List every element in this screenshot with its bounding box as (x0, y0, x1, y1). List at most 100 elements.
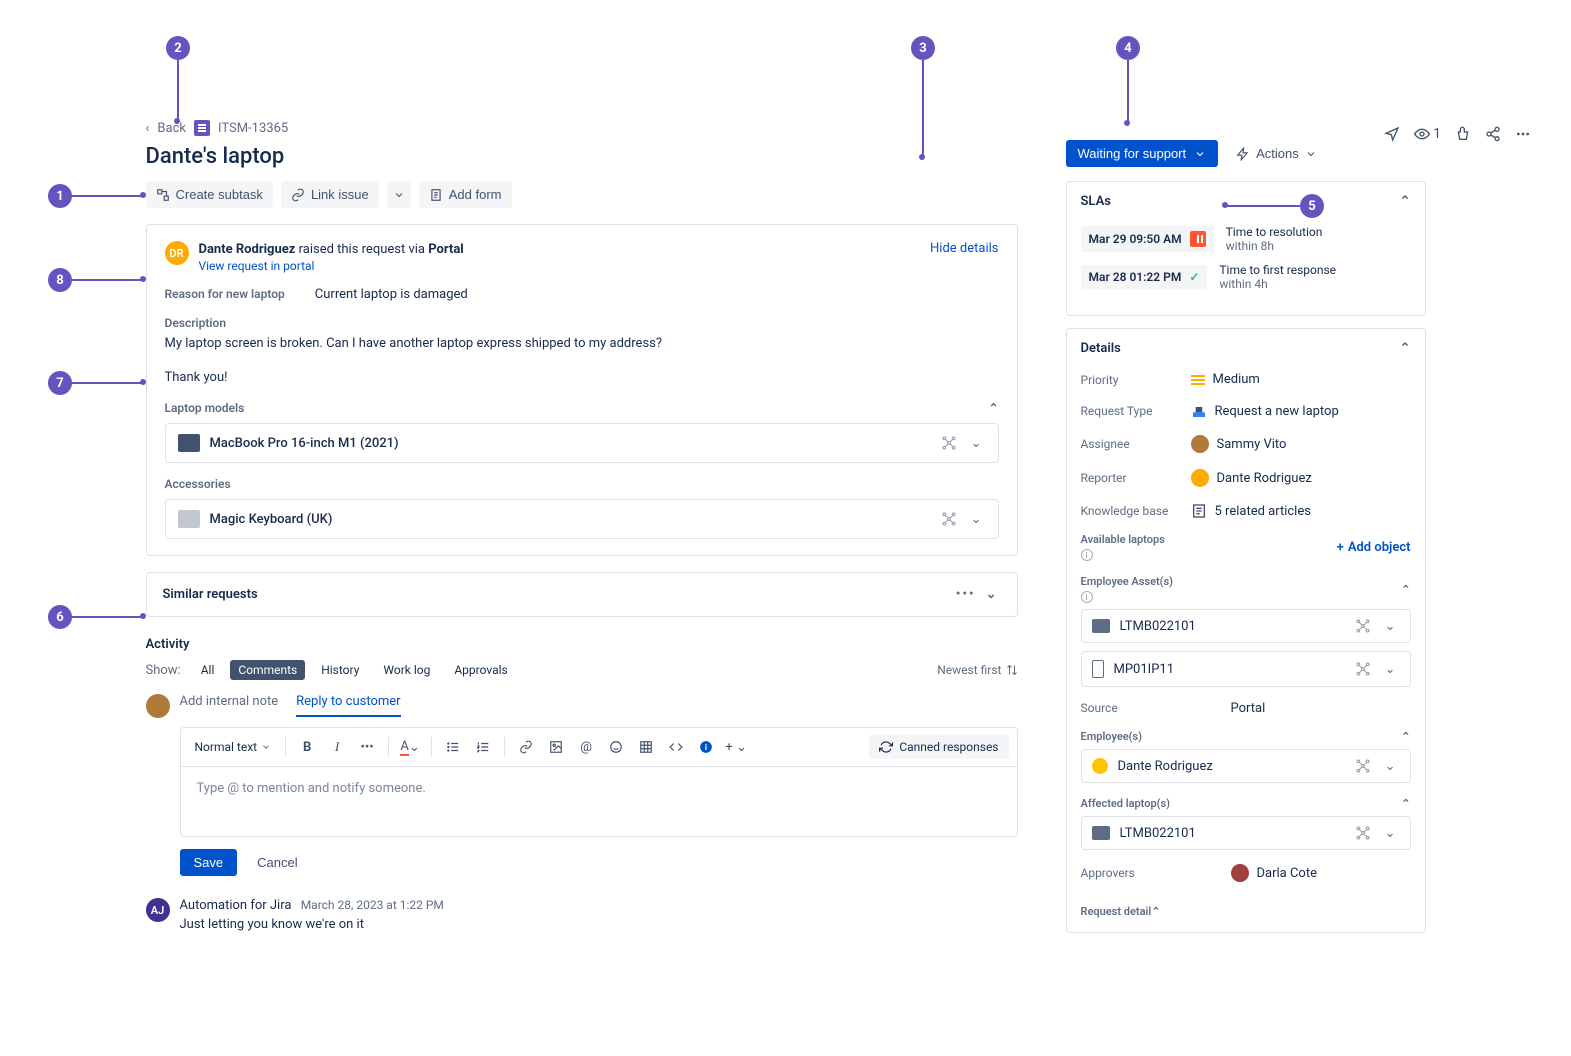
editor-textarea[interactable]: Type @ to mention and notify someone. (181, 767, 1017, 836)
source-value: Portal (1231, 701, 1266, 716)
issue-key[interactable]: ITSM-13365 (218, 121, 288, 136)
text-style-select[interactable]: Normal text (189, 737, 278, 757)
link-issue-button[interactable]: Link issue (281, 181, 379, 208)
current-user-avatar (146, 694, 170, 718)
status-button[interactable]: Waiting for support (1066, 140, 1219, 167)
activity-title: Activity (146, 637, 1018, 652)
more-formatting-button[interactable]: ••• (354, 734, 380, 760)
tab-approvals[interactable]: Approvals (446, 660, 515, 680)
comment-body: Just letting you know we're on it (180, 917, 444, 932)
collapse-icon[interactable]: ⌃ (1401, 730, 1410, 743)
expand-icon[interactable]: ⌄ (967, 512, 986, 527)
collapse-icon[interactable]: ⌃ (1401, 797, 1410, 810)
reporter-avatar (1191, 469, 1209, 487)
share-icon[interactable] (1485, 126, 1501, 142)
description-label: Description (165, 316, 999, 330)
mention-button[interactable]: @ (573, 734, 599, 760)
laptop-icon (1092, 619, 1110, 633)
laptop-icon (178, 434, 200, 452)
priority-field[interactable]: Medium (1191, 372, 1411, 387)
code-button[interactable] (663, 734, 689, 760)
schema-icon[interactable] (941, 435, 957, 451)
schema-icon[interactable] (1355, 825, 1371, 841)
asset-row[interactable]: MP01IP11 ⌄ (1081, 651, 1411, 687)
sla-resolution-name: Time to resolution (1226, 225, 1323, 239)
knowledge-base-field[interactable]: 5 related articles (1191, 503, 1411, 519)
check-icon: ✓ (1189, 270, 1199, 284)
back-link[interactable]: Back (157, 121, 186, 136)
collapse-icon[interactable]: ⌃ (1151, 905, 1160, 918)
tab-worklog[interactable]: Work log (375, 660, 438, 680)
create-subtask-button[interactable]: Create subtask (146, 181, 273, 208)
callout-1: 1 (48, 184, 72, 208)
link-button[interactable] (513, 734, 539, 760)
tab-all[interactable]: All (193, 660, 223, 680)
comment-time: March 28, 2023 at 1:22 PM (301, 898, 444, 912)
requester-name[interactable]: Dante Rodriguez (199, 242, 296, 257)
svg-text:i: i (705, 742, 707, 752)
collapse-icon[interactable]: ⌃ (988, 401, 998, 415)
schema-icon[interactable] (1355, 758, 1371, 774)
text-color-button[interactable]: A ⌄ (397, 734, 423, 760)
accessory-item[interactable]: Magic Keyboard (UK) ⌄ (165, 499, 999, 539)
schema-icon[interactable] (1355, 618, 1371, 634)
reply-customer-tab[interactable]: Reply to customer (296, 694, 400, 717)
hide-details-link[interactable]: Hide details (930, 241, 998, 273)
expand-icon[interactable]: ⌄ (1381, 826, 1400, 841)
back-chevron-icon[interactable]: ‹ (146, 121, 150, 136)
table-button[interactable] (633, 734, 659, 760)
info-button[interactable]: i (693, 734, 719, 760)
tab-comments[interactable]: Comments (230, 660, 305, 680)
canned-responses-button[interactable]: Canned responses (869, 735, 1008, 759)
callout-8: 8 (48, 268, 72, 292)
affected-row[interactable]: LTMB022101 ⌄ (1081, 816, 1411, 850)
sla-first-response-name: Time to first response (1219, 263, 1336, 277)
more-icon[interactable] (1515, 126, 1531, 142)
save-button[interactable]: Save (180, 849, 238, 876)
reporter-field[interactable]: Dante Rodriguez (1191, 469, 1411, 487)
schema-icon[interactable] (1355, 661, 1371, 677)
link-issue-dropdown[interactable] (387, 181, 411, 208)
approvers-field[interactable]: Darla Cote (1231, 864, 1318, 882)
insert-button[interactable]: + ⌄ (723, 734, 749, 760)
request-type-field[interactable]: Request a new laptop (1191, 403, 1411, 419)
tab-history[interactable]: History (313, 660, 367, 680)
add-form-button[interactable]: Add form (419, 181, 512, 208)
numbered-list-button[interactable] (470, 734, 496, 760)
expand-icon[interactable]: ⌄ (1381, 759, 1400, 774)
details-title: Details (1081, 341, 1121, 356)
italic-button[interactable]: I (324, 734, 350, 760)
cancel-button[interactable]: Cancel (247, 849, 307, 876)
bullet-list-button[interactable] (440, 734, 466, 760)
emoji-button[interactable] (603, 734, 629, 760)
more-icon[interactable]: ••• (950, 587, 982, 602)
employee-row[interactable]: Dante Rodriguez ⌄ (1081, 749, 1411, 783)
add-internal-note-tab[interactable]: Add internal note (180, 694, 279, 717)
schema-icon[interactable] (941, 511, 957, 527)
expand-icon[interactable]: ⌄ (1381, 619, 1400, 634)
image-button[interactable] (543, 734, 569, 760)
view-in-portal-link[interactable]: View request in portal (199, 259, 921, 273)
sla-resolution-chip: Mar 29 09:50 AM (1081, 226, 1214, 252)
info-icon[interactable]: i (1081, 549, 1093, 561)
laptop-model-item[interactable]: MacBook Pro 16-inch M1 (2021) ⌄ (165, 423, 999, 463)
article-icon (1191, 503, 1207, 519)
assignee-field[interactable]: Sammy Vito (1191, 435, 1411, 453)
employees-label: Employee(s) (1081, 730, 1143, 743)
actions-button[interactable]: Actions (1230, 145, 1323, 162)
expand-icon[interactable]: ⌄ (982, 587, 1001, 602)
comment-author[interactable]: Automation for Jira (180, 898, 292, 913)
collapse-icon[interactable]: ⌃ (1400, 341, 1411, 356)
description-body: My laptop screen is broken. Can I have a… (165, 334, 999, 387)
collapse-icon[interactable]: ⌃ (1401, 583, 1410, 596)
expand-icon[interactable]: ⌄ (967, 436, 986, 451)
priority-medium-icon (1191, 375, 1205, 385)
expand-icon[interactable]: ⌄ (1381, 662, 1400, 677)
issue-title[interactable]: Dante's laptop (146, 144, 1018, 169)
asset-row[interactable]: LTMB022101 ⌄ (1081, 609, 1411, 643)
collapse-icon[interactable]: ⌃ (1400, 194, 1411, 209)
bold-button[interactable]: B (294, 734, 320, 760)
add-object-link[interactable]: + Add object (1337, 540, 1411, 555)
sort-toggle[interactable]: Newest first (937, 663, 1017, 677)
info-icon[interactable]: i (1081, 591, 1093, 603)
